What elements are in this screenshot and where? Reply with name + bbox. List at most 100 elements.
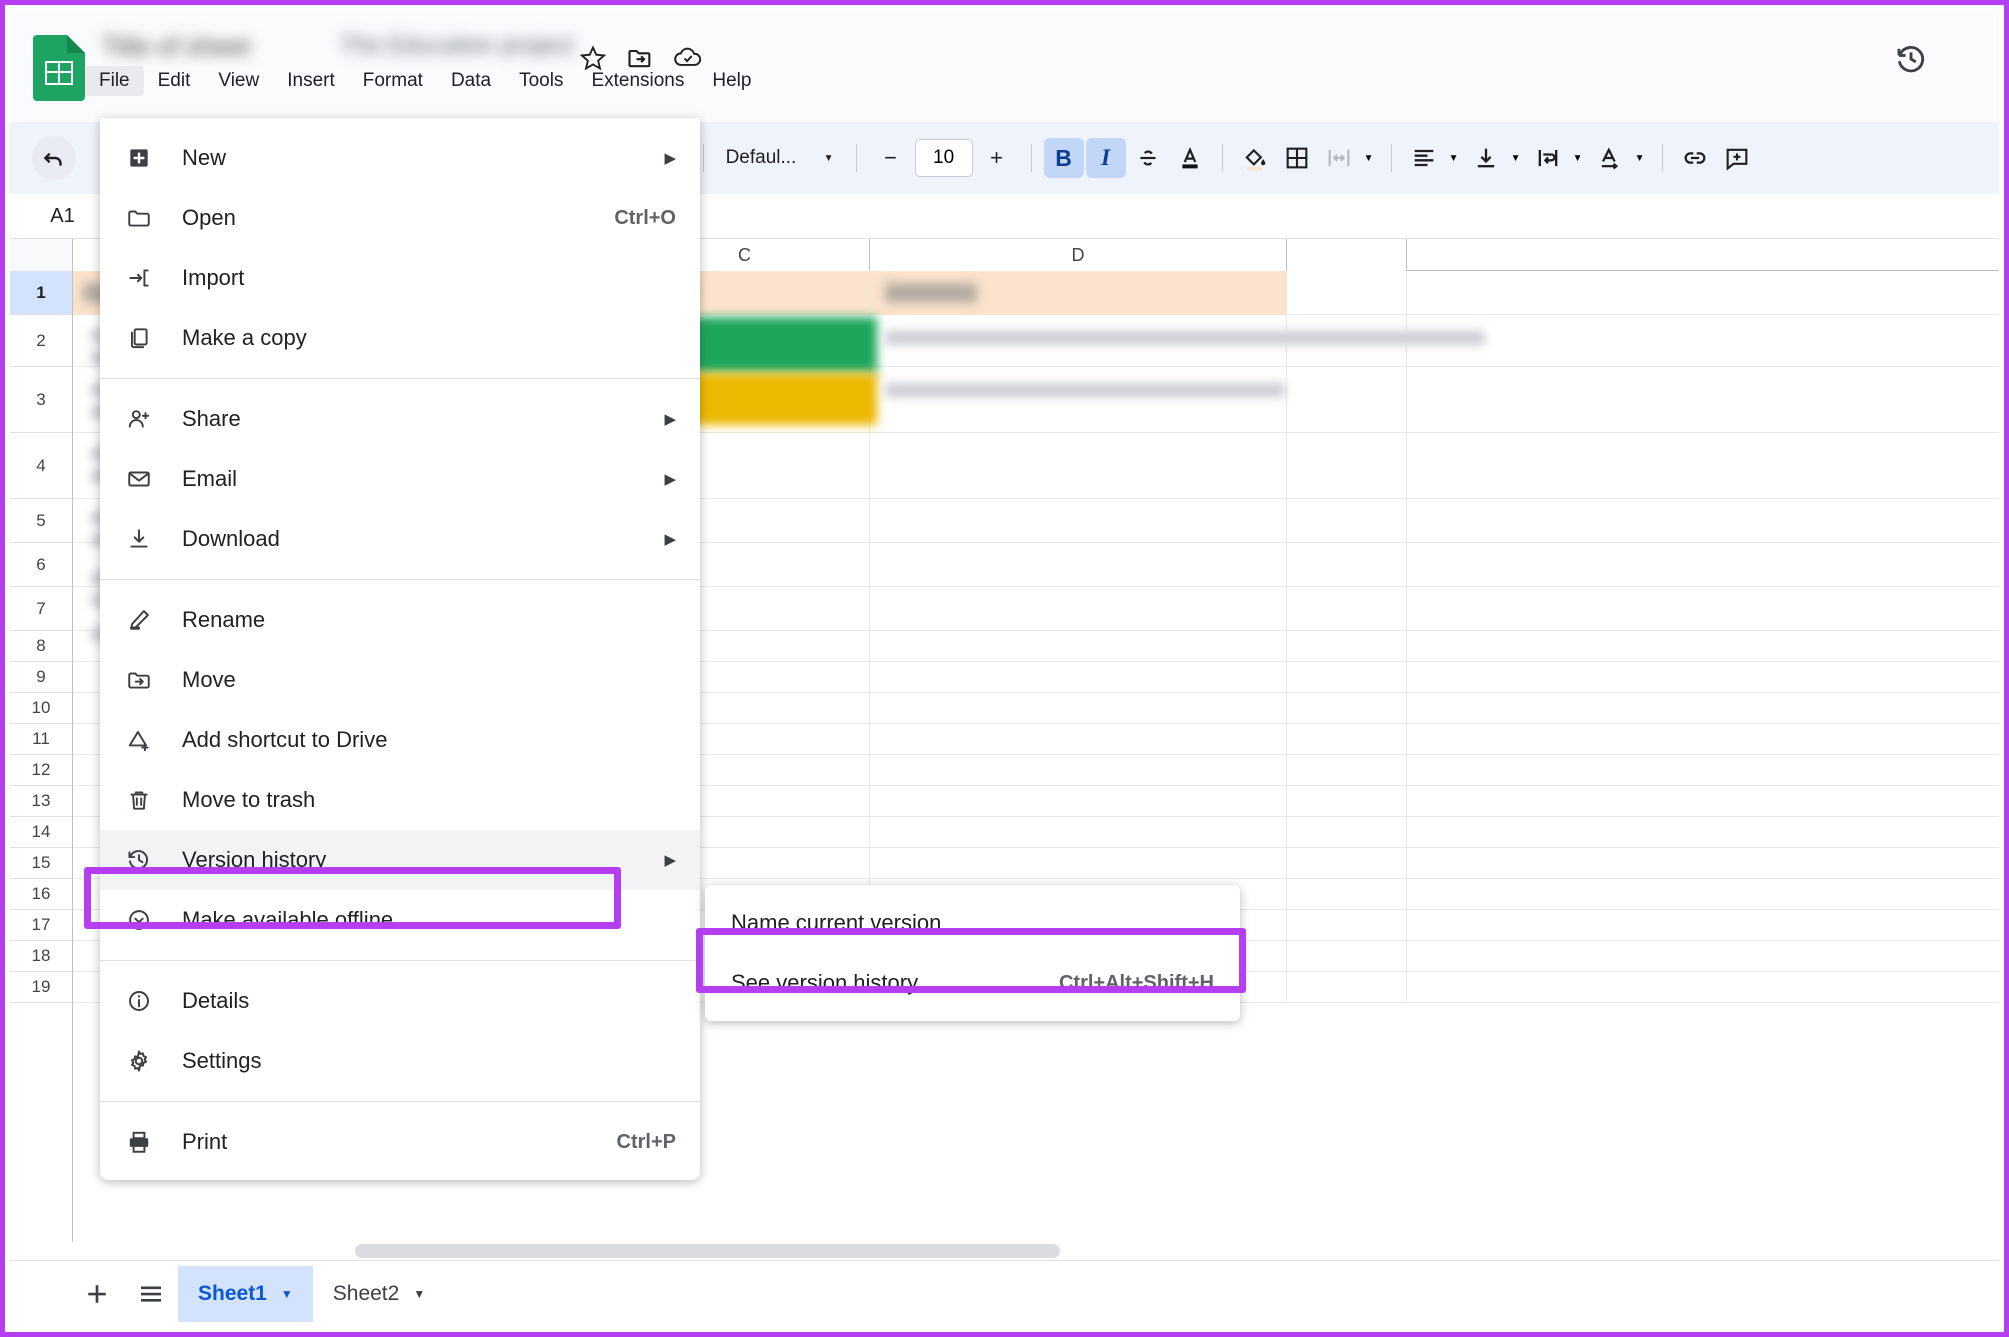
vertical-align-icon[interactable] xyxy=(1466,138,1506,178)
grid-cell[interactable] xyxy=(1287,662,1407,693)
grid-cell[interactable] xyxy=(1287,693,1407,724)
row-header-6[interactable]: 6 xyxy=(10,543,72,587)
grid-cell[interactable] xyxy=(1287,499,1407,543)
menu-extensions[interactable]: Extensions xyxy=(577,66,698,96)
menu-item-version-history[interactable]: Version history▶ xyxy=(100,830,700,890)
grid-cell[interactable] xyxy=(1287,367,1407,433)
menu-item-make-available-offline[interactable]: Make available offline xyxy=(100,890,700,950)
align-chevron-down-icon[interactable]: ▼ xyxy=(1444,138,1464,178)
menu-item-move[interactable]: Move xyxy=(100,650,700,710)
font-size-input[interactable]: 10 xyxy=(915,139,973,177)
fill-color-icon[interactable] xyxy=(1235,138,1275,178)
font-size-increase-button[interactable]: + xyxy=(975,136,1019,180)
menu-item-make-a-copy[interactable]: Make a copy xyxy=(100,308,700,368)
submenu-item-see-version-history[interactable]: See version historyCtrl+Alt+Shift+H xyxy=(705,953,1240,1013)
horizontal-scrollbar[interactable] xyxy=(10,1242,1999,1260)
horizontal-align-icon[interactable] xyxy=(1404,138,1444,178)
row-header-12[interactable]: 12 xyxy=(10,755,72,786)
menu-item-download[interactable]: Download▶ xyxy=(100,509,700,569)
sheet-tab-sheet2[interactable]: Sheet2 ▼ xyxy=(313,1266,445,1322)
menu-item-settings[interactable]: Settings xyxy=(100,1031,700,1091)
version-history-submenu[interactable]: Name current versionSee version historyC… xyxy=(705,885,1240,1021)
grid-cell[interactable] xyxy=(870,755,1287,786)
scrollbar-track[interactable] xyxy=(10,1244,1999,1258)
grid-cell[interactable] xyxy=(870,662,1287,693)
bold-button[interactable]: B xyxy=(1044,138,1084,178)
menu-item-open[interactable]: OpenCtrl+O xyxy=(100,188,700,248)
grid-cell[interactable] xyxy=(1287,910,1407,941)
strikethrough-icon[interactable] xyxy=(1128,138,1168,178)
menu-item-details[interactable]: Details xyxy=(100,971,700,1031)
grid-cell[interactable] xyxy=(870,631,1287,662)
menu-item-import[interactable]: Import xyxy=(100,248,700,308)
row-header-18[interactable]: 18 xyxy=(10,941,72,972)
grid-cell[interactable] xyxy=(1287,433,1407,499)
text-color-icon[interactable] xyxy=(1170,138,1210,178)
menu-item-email[interactable]: Email▶ xyxy=(100,449,700,509)
grid-cell[interactable] xyxy=(870,724,1287,755)
menu-data[interactable]: Data xyxy=(437,66,505,96)
row-header-11[interactable]: 11 xyxy=(10,724,72,755)
row-header-14[interactable]: 14 xyxy=(10,817,72,848)
text-wrap-icon[interactable] xyxy=(1528,138,1568,178)
wrap-chevron-down-icon[interactable]: ▼ xyxy=(1568,138,1588,178)
text-rotation-icon[interactable] xyxy=(1590,138,1630,178)
menu-item-rename[interactable]: Rename xyxy=(100,590,700,650)
font-family-select[interactable]: Defaul... ▼ xyxy=(716,138,844,178)
grid-cell[interactable] xyxy=(1287,755,1407,786)
grid-cell[interactable] xyxy=(1287,817,1407,848)
insert-comment-icon[interactable] xyxy=(1717,138,1757,178)
menu-insert[interactable]: Insert xyxy=(273,66,349,96)
menu-tools[interactable]: Tools xyxy=(505,66,577,96)
row-header-2[interactable]: 2 xyxy=(10,315,72,367)
row-header-1[interactable]: 1 xyxy=(10,271,72,315)
menu-item-add-shortcut-to-drive[interactable]: Add shortcut to Drive xyxy=(100,710,700,770)
name-box[interactable]: A1 xyxy=(15,194,110,238)
merge-cells-icon[interactable] xyxy=(1319,138,1359,178)
undo-icon[interactable] xyxy=(32,136,76,180)
version-history-icon[interactable] xyxy=(1890,38,1932,80)
row-header-16[interactable]: 16 xyxy=(10,879,72,910)
row-header-9[interactable]: 9 xyxy=(10,662,72,693)
menu-view[interactable]: View xyxy=(204,66,273,96)
row-header-7[interactable]: 7 xyxy=(10,587,72,631)
grid-cell[interactable] xyxy=(870,587,1287,631)
menu-help[interactable]: Help xyxy=(698,66,765,96)
merge-chevron-down-icon[interactable]: ▼ xyxy=(1359,138,1379,178)
file-menu-dropdown[interactable]: New▶OpenCtrl+OImportMake a copyShare▶Ema… xyxy=(100,118,700,1180)
menu-edit[interactable]: Edit xyxy=(144,66,205,96)
row-header-13[interactable]: 13 xyxy=(10,786,72,817)
column-header[interactable] xyxy=(1287,239,1407,271)
grid-cell[interactable] xyxy=(1287,848,1407,879)
grid-cell[interactable] xyxy=(1287,786,1407,817)
menu-item-share[interactable]: Share▶ xyxy=(100,389,700,449)
all-sheets-menu-icon[interactable] xyxy=(124,1267,178,1321)
grid-cell[interactable] xyxy=(1287,543,1407,587)
grid-cell[interactable] xyxy=(870,817,1287,848)
row-header-8[interactable]: 8 xyxy=(10,631,72,662)
grid-cell[interactable] xyxy=(1287,631,1407,662)
submenu-item-name-current-version[interactable]: Name current version xyxy=(705,893,1240,953)
italic-button[interactable]: I xyxy=(1086,138,1126,178)
row-header-17[interactable]: 17 xyxy=(10,910,72,941)
grid-cell[interactable] xyxy=(870,433,1287,499)
chevron-down-icon[interactable]: ▼ xyxy=(413,1287,425,1301)
grid-cell[interactable] xyxy=(1287,724,1407,755)
menu-file[interactable]: File xyxy=(85,66,144,96)
menu-item-print[interactable]: PrintCtrl+P xyxy=(100,1112,700,1172)
menu-item-move-to-trash[interactable]: Move to trash xyxy=(100,770,700,830)
grid-cell[interactable] xyxy=(1287,271,1407,315)
grid-cell[interactable] xyxy=(870,499,1287,543)
row-header-19[interactable]: 19 xyxy=(10,972,72,1003)
grid-cell[interactable] xyxy=(870,543,1287,587)
row-header-4[interactable]: 4 xyxy=(10,433,72,499)
borders-icon[interactable] xyxy=(1277,138,1317,178)
scrollbar-thumb[interactable] xyxy=(355,1244,1060,1258)
insert-link-icon[interactable] xyxy=(1675,138,1715,178)
chevron-down-icon[interactable]: ▼ xyxy=(281,1287,293,1301)
grid-cell[interactable] xyxy=(870,367,1287,433)
grid-cell[interactable] xyxy=(870,693,1287,724)
row-header-3[interactable]: 3 xyxy=(10,367,72,433)
font-size-decrease-button[interactable]: − xyxy=(869,136,913,180)
rotation-chevron-down-icon[interactable]: ▼ xyxy=(1630,138,1650,178)
